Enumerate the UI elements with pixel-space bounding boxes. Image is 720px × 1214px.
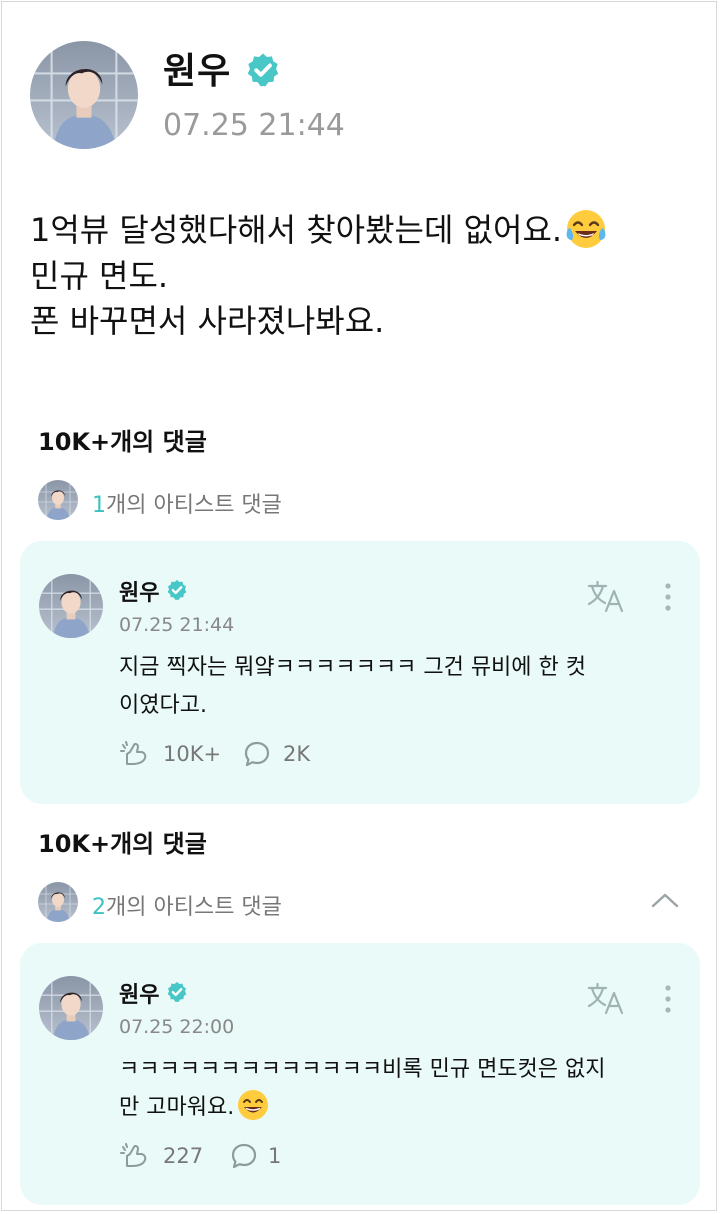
comment-body-line: ㅋㅋㅋㅋㅋㅋㅋㅋㅋㅋㅋㅋㅋ비록 민규 면도컷은 없지 xyxy=(119,1057,606,1082)
artist-comment-card: 원우 07.25 21:44 지금 찍자는 뭐얔ㅋㅋㅋㅋㅋㅋㅋ 그건 뮤비에 한… xyxy=(20,541,700,804)
more-options-icon[interactable] xyxy=(656,577,680,617)
reply-count: 1 xyxy=(268,1144,282,1168)
comment-author-name[interactable]: 원우 xyxy=(119,575,159,607)
verified-badge-icon xyxy=(166,579,188,601)
post-body: 1억뷰 달성했다해서 찾아봤는데 없어요. 민규 면도. 폰 바꾸면서 사라졌나… xyxy=(30,208,700,344)
comment-author-name[interactable]: 원우 xyxy=(119,977,159,1009)
reaction-count: 227 xyxy=(163,1144,204,1168)
post-author-name[interactable]: 원우 xyxy=(163,42,231,94)
artist-avatar xyxy=(38,480,78,520)
artist-comments-toggle[interactable]: 2개의 아티스트 댓글 xyxy=(38,882,688,922)
artist-comment-card: 원우 07.25 22:00 ㅋㅋㅋㅋㅋㅋㅋㅋㅋㅋㅋㅋㅋ비록 민규 면도컷은 없… xyxy=(20,943,700,1205)
artist-comments-toggle[interactable]: 1개의 아티스트 댓글 xyxy=(38,480,688,520)
author-avatar[interactable] xyxy=(30,41,138,149)
comment-author-avatar[interactable] xyxy=(39,574,103,638)
comments-count-title: 10K+개의 댓글 xyxy=(38,830,207,858)
artist-comments-label: 2개의 아티스트 댓글 xyxy=(92,895,282,920)
laughing-tears-emoji-icon xyxy=(566,210,606,248)
comment-body-line: 만 고마워요. xyxy=(119,1089,679,1127)
grinning-emoji-icon xyxy=(238,1090,269,1120)
comment-author-avatar[interactable] xyxy=(39,976,103,1040)
post-body-line: 1억뷰 달성했다해서 찾아봤는데 없어요. xyxy=(30,208,700,254)
comment-timestamp: 07.25 22:00 xyxy=(119,1016,235,1038)
translate-icon[interactable] xyxy=(586,981,626,1017)
comment-body-line: 이였다고. xyxy=(119,693,207,718)
comment-timestamp: 07.25 21:44 xyxy=(119,614,235,636)
post-timestamp: 07.25 21:44 xyxy=(163,108,345,143)
reply-icon[interactable] xyxy=(230,1142,258,1170)
reaction-count: 10K+ xyxy=(163,742,222,766)
verified-badge-icon xyxy=(245,52,281,88)
comment-actions: 227 1 xyxy=(119,1139,419,1173)
verified-badge-icon xyxy=(166,981,188,1003)
comment-body: ㅋㅋㅋㅋㅋㅋㅋㅋㅋㅋㅋㅋㅋ비록 민규 면도컷은 없지 만 고마워요. xyxy=(119,1051,679,1127)
chevron-up-icon[interactable] xyxy=(650,890,680,910)
reply-icon[interactable] xyxy=(243,740,271,768)
post-body-line: 민규 면도. xyxy=(30,257,169,295)
comments-count-title: 10K+개의 댓글 xyxy=(38,428,207,456)
artist-avatar xyxy=(38,882,78,922)
comment-body-line: 지금 찍자는 뭐얔ㅋㅋㅋㅋㅋㅋㅋ 그건 뮤비에 한 컷 xyxy=(119,655,587,680)
artist-comments-label: 1개의 아티스트 댓글 xyxy=(92,493,282,518)
comment-actions: 10K+ 2K xyxy=(119,737,419,771)
post-body-line: 폰 바꾸면서 사라졌나봐요. xyxy=(30,302,385,340)
reaction-icon[interactable] xyxy=(119,739,151,769)
reply-count: 2K xyxy=(283,742,311,766)
reaction-icon[interactable] xyxy=(119,1141,151,1171)
comment-body: 지금 찍자는 뭐얔ㅋㅋㅋㅋㅋㅋㅋ 그건 뮤비에 한 컷 이였다고. xyxy=(119,649,679,725)
more-options-icon[interactable] xyxy=(656,979,680,1019)
translate-icon[interactable] xyxy=(586,579,626,615)
